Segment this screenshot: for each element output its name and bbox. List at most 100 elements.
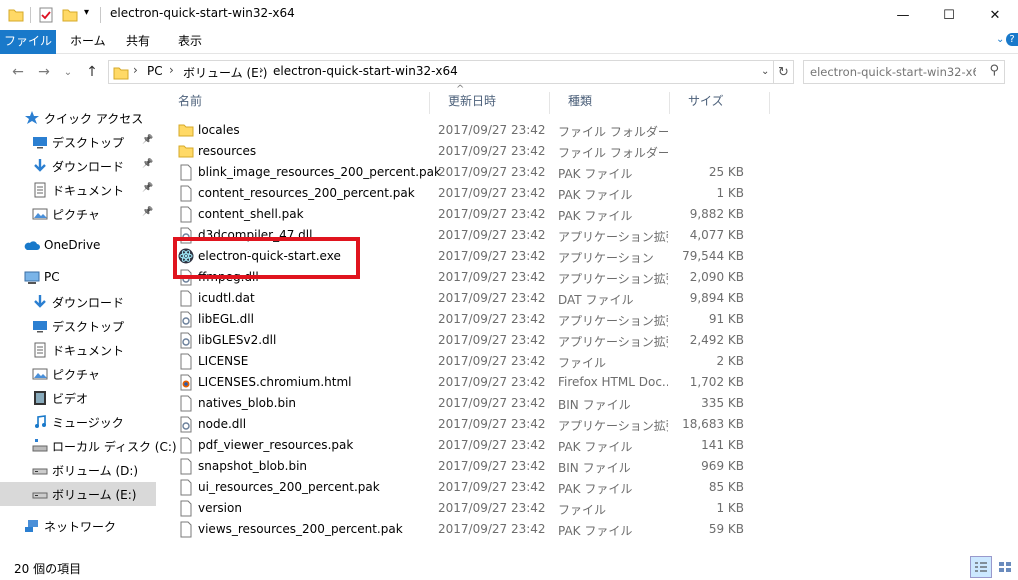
breadcrumb-pc[interactable]: PC — [147, 64, 163, 78]
sidebar-item[interactable]: ボリューム (D:) — [0, 458, 156, 482]
file-type: DAT ファイル — [558, 293, 634, 307]
forward-button[interactable]: → — [34, 62, 54, 82]
column-header-size[interactable]: サイズ — [670, 92, 770, 114]
sidebar-item[interactable]: ボリューム (E:) — [0, 482, 156, 506]
breadcrumb-current-folder[interactable]: electron-quick-start-win32-x64 — [273, 64, 458, 78]
file-row[interactable]: pdf_viewer_resources.pak 2017/09/27 23:42… — [174, 435, 764, 456]
help-icon[interactable]: ? — [1006, 33, 1018, 46]
file-size: 1 KB — [716, 501, 744, 515]
cloud-icon — [24, 238, 40, 254]
file-size: 79,544 KB — [682, 249, 744, 263]
file-row[interactable]: blink_image_resources_200_percent.pak 201… — [174, 162, 764, 183]
tab-share[interactable]: 共有 — [116, 30, 160, 54]
sidebar-item[interactable]: ダウンロード 📌 — [0, 154, 156, 178]
file-name: LICENSES.chromium.html — [198, 375, 352, 389]
file-size: 2 KB — [716, 354, 744, 368]
properties-icon[interactable] — [38, 7, 54, 23]
file-row[interactable]: electron-quick-start.exe 2017/09/27 23:42… — [174, 246, 764, 267]
recent-locations-button[interactable]: ⌄ — [58, 62, 78, 82]
file-size: 91 KB — [708, 312, 744, 326]
sidebar-item[interactable]: ドキュメント — [0, 338, 156, 362]
file-row[interactable]: natives_blob.bin 2017/09/27 23:42 BIN ファイル… — [174, 393, 764, 414]
customize-toolbar-icon[interactable]: ▾ — [84, 7, 89, 23]
sidebar-item-label: ネットワーク — [44, 520, 117, 534]
breadcrumb-volume-e[interactable]: ボリューム (E:) — [183, 64, 267, 81]
file-row[interactable]: LICENSES.chromium.html 2017/09/27 23:42 Fi… — [174, 372, 764, 393]
sidebar-item[interactable]: ドキュメント 📌 — [0, 178, 156, 202]
file-size: 969 KB — [701, 459, 744, 473]
tab-home[interactable]: ホーム — [60, 30, 116, 54]
details-view-button[interactable] — [970, 556, 992, 578]
search-box[interactable]: ⚲ — [803, 60, 1005, 84]
sidebar-item[interactable]: ビデオ — [0, 386, 156, 410]
file-row[interactable]: node.dll 2017/09/27 23:42 アプリケーション拡張 18,683… — [174, 414, 764, 435]
sidebar-item[interactable]: ピクチャ 📌 — [0, 202, 156, 226]
pin-icon[interactable]: 📌 — [142, 159, 153, 169]
file-icon — [178, 206, 194, 223]
file-size: 25 KB — [708, 165, 744, 179]
file-row[interactable]: libEGL.dll 2017/09/27 23:42 アプリケーション拡張 91 K… — [174, 309, 764, 330]
maximize-button[interactable]: ☐ — [926, 0, 972, 30]
search-input[interactable] — [810, 64, 976, 80]
sidebar-item-label: ダウンロード — [52, 296, 125, 310]
expand-ribbon-icon[interactable]: ⌄ — [996, 34, 1004, 45]
details-view-icon — [975, 562, 987, 572]
sidebar-item[interactable]: OneDrive — [0, 234, 156, 258]
file-name: version — [198, 501, 242, 515]
file-name: views_resources_200_percent.pak — [198, 522, 403, 536]
file-row[interactable]: icudtl.dat 2017/09/27 23:42 DAT ファイル 9,894 … — [174, 288, 764, 309]
divider — [30, 7, 31, 23]
sidebar-item[interactable]: ピクチャ — [0, 362, 156, 386]
back-button[interactable]: ← — [8, 62, 28, 82]
address-bar[interactable]: › PC › ボリューム (E:) › electron-quick-start… — [108, 60, 774, 84]
file-date: 2017/09/27 23:42 — [438, 438, 546, 452]
file-row[interactable]: locales 2017/09/27 23:42 ファイル フォルダー — [174, 120, 764, 141]
sidebar-item[interactable]: ローカル ディスク (C:) — [0, 434, 177, 458]
file-date: 2017/09/27 23:42 — [438, 207, 546, 221]
column-header-date[interactable]: 更新日時 — [430, 92, 550, 114]
file-size: 4,077 KB — [689, 228, 744, 242]
tab-file[interactable]: ファイル — [0, 30, 56, 54]
close-button[interactable]: ✕ — [972, 0, 1018, 30]
file-size: 2,090 KB — [689, 270, 744, 284]
breadcrumb-separator-icon[interactable]: › — [259, 63, 264, 77]
sidebar-item-label: ピクチャ — [52, 368, 100, 382]
file-row[interactable]: ui_resources_200_percent.pak 2017/09/27 2… — [174, 477, 764, 498]
search-icon[interactable]: ⚲ — [989, 63, 999, 78]
star-icon — [24, 110, 40, 126]
file-date: 2017/09/27 23:42 — [438, 501, 546, 515]
new-folder-icon[interactable] — [62, 7, 78, 23]
sidebar-item[interactable]: クイック アクセス — [0, 106, 156, 130]
up-button[interactable]: ↑ — [82, 62, 102, 82]
folder-icon[interactable] — [8, 7, 24, 23]
sidebar-item[interactable]: デスクトップ — [0, 314, 156, 338]
file-row[interactable]: resources 2017/09/27 23:42 ファイル フォルダー — [174, 141, 764, 162]
sidebar-item[interactable]: ネットワーク — [0, 514, 156, 538]
file-row[interactable]: d3dcompiler_47.dll 2017/09/27 23:42 アプリケーシ… — [174, 225, 764, 246]
sidebar-item[interactable]: ミュージック — [0, 410, 156, 434]
file-row[interactable]: libGLESv2.dll 2017/09/27 23:42 アプリケーション拡張 2… — [174, 330, 764, 351]
minimize-button[interactable]: — — [880, 0, 926, 30]
file-row[interactable]: LICENSE 2017/09/27 23:42 ファイル 2 KB — [174, 351, 764, 372]
file-row[interactable]: views_resources_200_percent.pak 2017/09/2… — [174, 519, 764, 540]
file-row[interactable]: snapshot_blob.bin 2017/09/27 23:42 BIN ファイ… — [174, 456, 764, 477]
tab-view[interactable]: 表示 — [168, 30, 212, 54]
sidebar-item[interactable]: PC — [0, 266, 156, 290]
breadcrumb-separator-icon[interactable]: › — [169, 63, 174, 77]
pin-icon[interactable]: 📌 — [142, 183, 153, 193]
file-row[interactable]: content_shell.pak 2017/09/27 23:42 PAK ファイ… — [174, 204, 764, 225]
file-row[interactable]: ffmpeg.dll 2017/09/27 23:42 アプリケーション拡張 2,09… — [174, 267, 764, 288]
file-type: ファイル フォルダー — [558, 125, 668, 139]
sidebar-item[interactable]: ダウンロード — [0, 290, 156, 314]
pin-icon[interactable]: 📌 — [142, 135, 153, 145]
large-icons-view-button[interactable] — [994, 556, 1016, 578]
refresh-button[interactable]: ↻ — [774, 60, 794, 84]
pin-icon[interactable]: 📌 — [142, 207, 153, 217]
column-header-type[interactable]: 種類 — [550, 92, 670, 114]
address-history-icon[interactable]: ⌄ — [761, 66, 769, 77]
file-row[interactable]: content_resources_200_percent.pak 2017/09… — [174, 183, 764, 204]
sidebar-item[interactable]: デスクトップ 📌 — [0, 130, 156, 154]
file-row[interactable]: version 2017/09/27 23:42 ファイル 1 KB — [174, 498, 764, 519]
column-header-name[interactable]: 名前 — [160, 92, 430, 114]
breadcrumb-separator-icon[interactable]: › — [133, 63, 138, 77]
